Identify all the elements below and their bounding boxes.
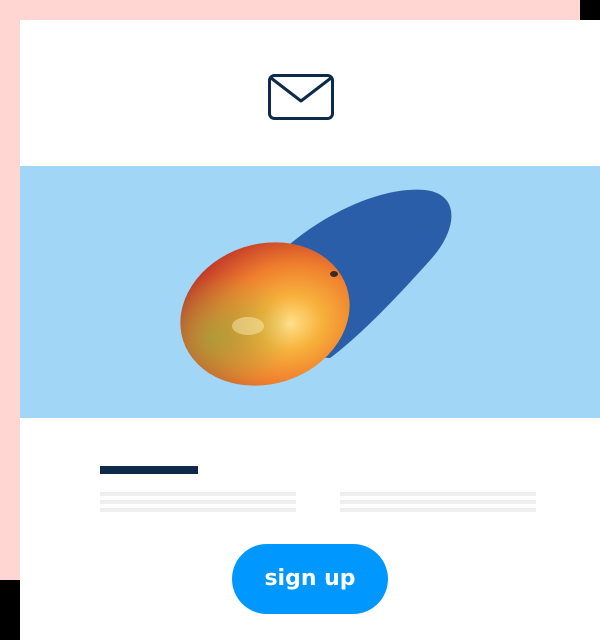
text-column-right xyxy=(340,492,536,516)
text-line-placeholder xyxy=(100,492,296,496)
sign-up-button[interactable]: sign up xyxy=(232,544,388,614)
text-line-placeholder xyxy=(340,500,536,504)
text-line-placeholder xyxy=(340,508,536,512)
envelope-icon xyxy=(268,74,334,120)
email-card: sign up xyxy=(20,20,600,640)
text-line-placeholder xyxy=(100,500,296,504)
mango-image xyxy=(180,189,452,386)
text-line-placeholder xyxy=(340,492,536,496)
text-line-placeholder xyxy=(100,508,296,512)
heading-placeholder xyxy=(100,466,198,474)
text-column-left xyxy=(100,492,296,516)
hero-banner xyxy=(20,166,600,418)
